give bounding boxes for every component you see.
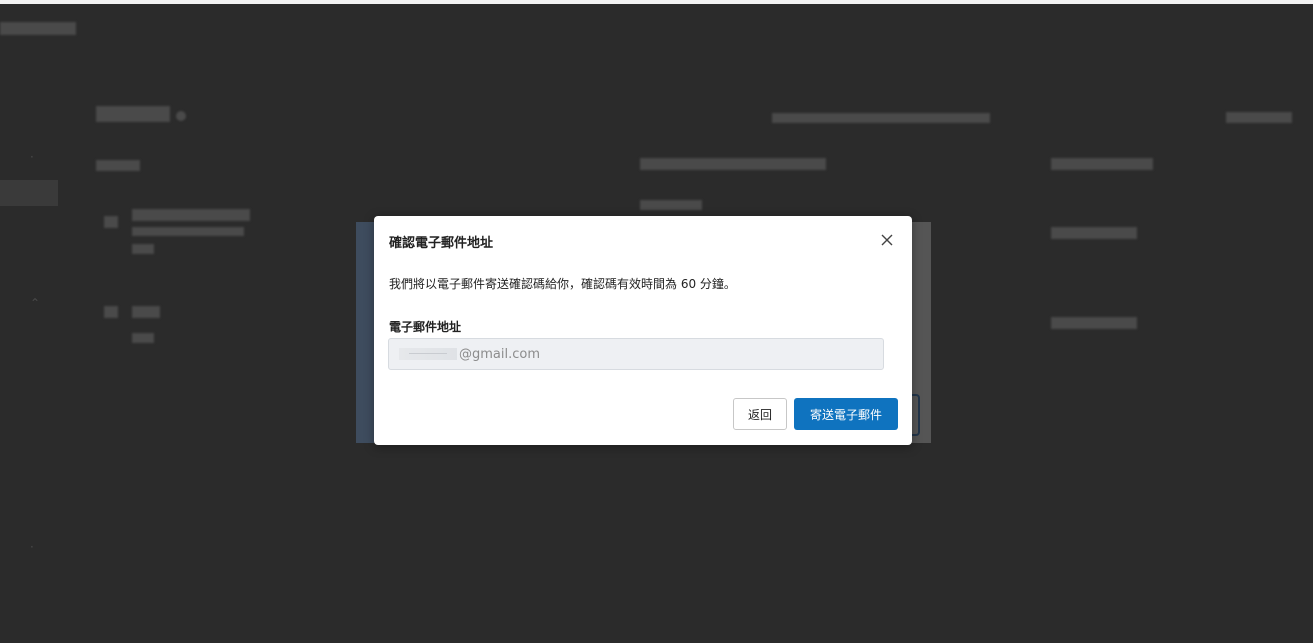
bg-sidebar-dot-icon-2: · [30,540,34,554]
send-email-button[interactable]: 寄送電子郵件 [794,398,898,430]
close-icon [881,234,893,246]
bg-search-bar [772,113,990,123]
bg-row-1-title [132,209,250,221]
bg-sidebar-dot-icon: · [30,150,34,164]
bg-row-1-subtitle [132,227,244,236]
bg-top-left-heading [0,22,76,35]
bg-sidebar-selected [0,180,58,206]
bg-row-2-tag [132,333,154,343]
bg-row-1-cell-2 [640,200,702,210]
bg-page-heading [96,106,170,122]
bg-column-header-3 [1051,158,1153,170]
email-field-value: @gmail.com [459,346,541,362]
dialog-description: 我們將以電子郵件寄送確認碼給你，確認碼有效時間為 60 分鐘。 [389,277,736,291]
close-button[interactable] [876,229,898,251]
top-bar [0,0,1313,4]
bg-row-1-icon [104,216,118,228]
email-field-label: 電子郵件地址 [389,320,462,334]
bg-sidebar-chevron-icon: ⌃ [30,296,41,310]
bg-column-header-2 [640,158,826,170]
redacted-email-part [399,348,457,360]
email-field[interactable]: @gmail.com [388,338,884,370]
bg-column-header-1 [96,160,140,171]
bg-row-2-title [132,306,160,318]
bg-row-1-cell-3 [1051,227,1137,239]
back-button[interactable]: 返回 [733,398,787,430]
bg-row-2-cell-3 [1051,317,1137,329]
bg-filter-control [1226,112,1292,123]
bg-row-1-tag [132,244,154,254]
bg-page-heading-badge [176,111,186,121]
confirm-email-dialog: 確認電子郵件地址 我們將以電子郵件寄送確認碼給你，確認碼有效時間為 60 分鐘。… [374,216,912,445]
bg-row-2-icon [104,306,118,318]
dialog-title: 確認電子郵件地址 [389,236,494,251]
